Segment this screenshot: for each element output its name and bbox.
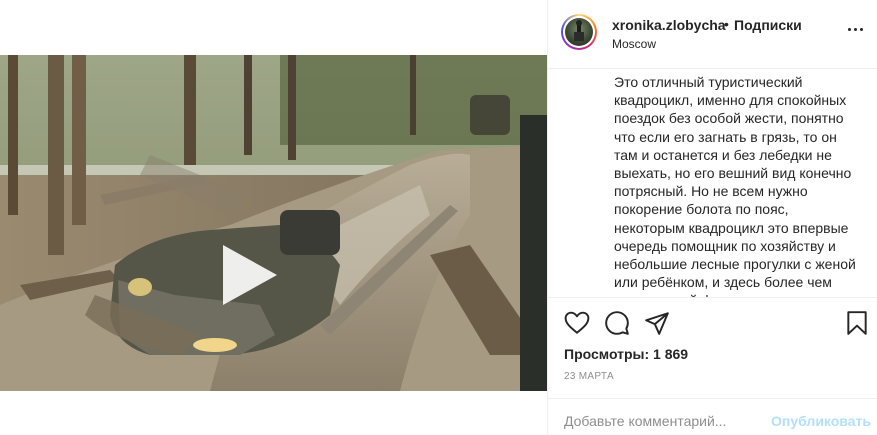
post-caption: Это отличный туристический квадроцикл, и… — [614, 74, 856, 297]
location-link[interactable]: Moscow — [612, 37, 656, 51]
bookmark-icon[interactable] — [844, 310, 870, 336]
username-link[interactable]: xronika.zlobycha — [612, 17, 726, 33]
instagram-post: xronika.zlobycha • Подписки Moscow Это о… — [0, 0, 877, 434]
avatar[interactable] — [561, 14, 597, 50]
following-button[interactable]: Подписки — [734, 17, 802, 33]
avatar-image — [565, 18, 593, 46]
publish-button[interactable]: Опубликовать — [771, 413, 871, 429]
view-count[interactable]: Просмотры: 1 869 — [564, 346, 688, 362]
paper-plane-icon[interactable] — [644, 310, 670, 336]
post-media — [0, 0, 547, 434]
comment-icon[interactable] — [604, 310, 630, 336]
video-frame — [0, 55, 547, 391]
post-date[interactable]: 23 МАРТА — [564, 371, 614, 382]
comment-input[interactable] — [564, 413, 764, 429]
heart-icon[interactable] — [564, 310, 590, 336]
action-bar — [548, 298, 877, 348]
post-header: xronika.zlobycha • Подписки Moscow — [548, 0, 877, 69]
separator-dot: • — [724, 16, 729, 32]
caption-scroll-area[interactable]: Это отличный туристический квадроцикл, и… — [548, 69, 877, 298]
play-icon[interactable] — [219, 243, 281, 307]
comment-bar: Опубликовать — [548, 398, 877, 435]
video-player[interactable] — [0, 55, 547, 391]
post-side-panel: xronika.zlobycha • Подписки Moscow Это о… — [548, 0, 877, 434]
more-options-icon[interactable] — [848, 28, 864, 34]
